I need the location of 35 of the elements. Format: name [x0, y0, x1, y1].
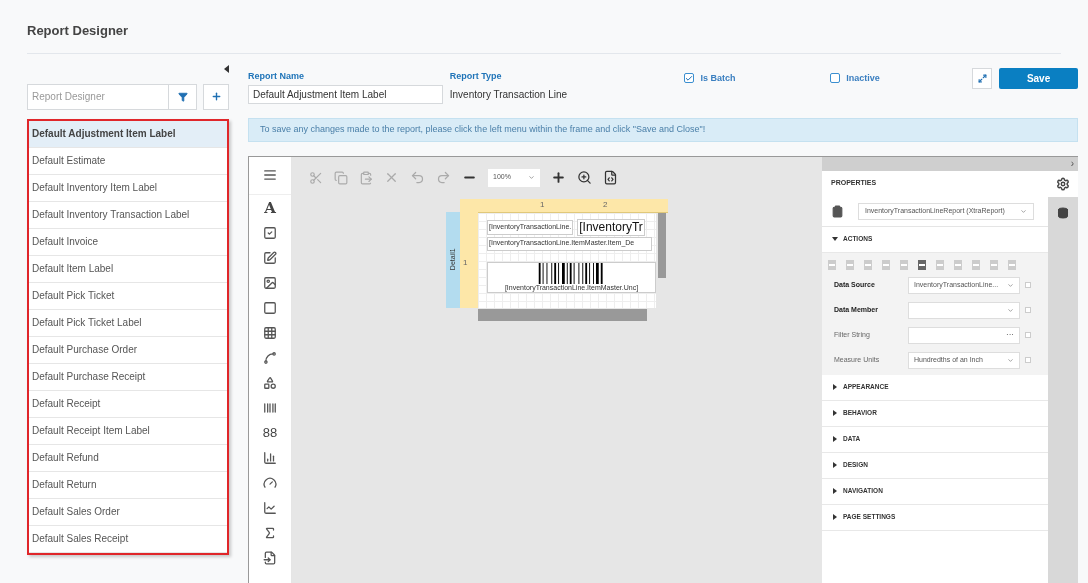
tool-glyph[interactable]: 88	[262, 423, 278, 443]
checkbox-label: Is Batch	[700, 71, 736, 85]
tool-glyph[interactable]: A	[264, 196, 276, 220]
ruler-number: 1	[463, 256, 468, 269]
report-name-field[interactable]: Default Adjustment Item Label	[248, 85, 443, 104]
ruler-number: 2	[603, 199, 608, 209]
report-type-label: Report Type	[449, 69, 503, 83]
report-list-item[interactable]: Default Invoice	[29, 228, 227, 256]
report-list-item[interactable]: Default Purchase Receipt	[29, 363, 227, 391]
report-list-item[interactable]: Default Purchase Order	[29, 336, 227, 364]
report-list-item[interactable]: Default Adjustment Item Label	[29, 120, 227, 148]
report-list-item[interactable]: Default Refund	[29, 444, 227, 472]
report-list-item[interactable]: Default Item Label	[29, 255, 227, 283]
ellipsis-button[interactable]: ···	[1006, 329, 1014, 341]
report-name-label: Report Name	[248, 69, 305, 83]
report-list-item[interactable]: Default Pick Ticket	[29, 282, 227, 310]
report-list-item[interactable]: Default Sales Receipt	[29, 525, 227, 553]
report-list-item[interactable]: Default Inventory Transaction Label	[29, 201, 227, 229]
data-field: [InventoryTr	[577, 218, 645, 236]
ruler-number: 1	[540, 199, 545, 209]
panel-toggle[interactable]: ›	[1070, 158, 1074, 169]
report-list-item[interactable]: Default Pick Ticket Label	[29, 309, 227, 337]
report-list-item[interactable]: Default Receipt	[29, 390, 227, 418]
search-field[interactable]: Report Designer	[27, 83, 169, 110]
property-field[interactable]: ···	[908, 326, 1020, 344]
checkbox-label: Inactive	[846, 71, 880, 85]
report-list-item[interactable]: Default Receipt Item Label	[29, 417, 227, 445]
page-title: Report Designer	[27, 21, 1061, 54]
report-list-item[interactable]: Default Inventory Item Label	[29, 174, 227, 202]
report-list-item[interactable]: Default Estimate	[29, 147, 227, 175]
report-type-value: Inventory Transaction Line	[449, 88, 569, 102]
info-banner: To save any changes made to the report, please click the left menu within the frame and click "Save and Close"!	[248, 117, 1078, 142]
report-list-item[interactable]: Default Return	[29, 471, 227, 499]
save-button[interactable]: Save	[999, 67, 1078, 89]
report-list-item[interactable]: Default Sales Order	[29, 498, 227, 526]
